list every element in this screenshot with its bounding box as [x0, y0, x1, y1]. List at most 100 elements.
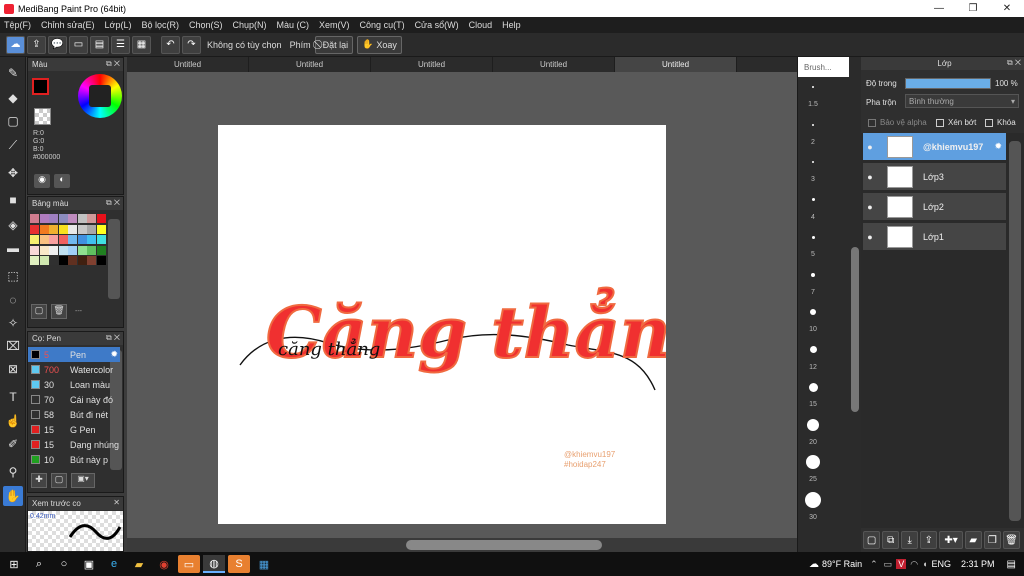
language-indicator[interactable]: ENG — [932, 559, 952, 569]
app-s-icon[interactable]: S — [228, 555, 250, 573]
palette-swatch[interactable] — [87, 256, 96, 265]
brush-size-dot[interactable] — [810, 309, 816, 315]
palette-swatch[interactable] — [58, 245, 68, 255]
brush-item[interactable]: 30 Loan màu — [28, 377, 120, 392]
tab-untitled-2[interactable]: Untitled — [249, 57, 371, 72]
palette-swatch[interactable] — [96, 214, 106, 223]
brush-size-dot[interactable] — [805, 491, 821, 508]
brush-size-dot[interactable] — [807, 418, 819, 431]
vertical-scrollbar[interactable] — [849, 57, 861, 552]
palette-swatch[interactable] — [58, 256, 68, 265]
panel-controls-icon[interactable]: ⧉ ✕ — [106, 59, 120, 69]
menu-color[interactable]: Màu (C) — [277, 20, 310, 30]
eye-icon[interactable]: ● — [863, 232, 877, 242]
chat-icon[interactable]: 💬 — [48, 35, 67, 54]
palette-swatch[interactable] — [39, 256, 49, 265]
brush-item[interactable]: 15 Dạng nhúng — [28, 437, 120, 452]
palette-scrollbar[interactable] — [108, 219, 120, 299]
palette-swatch[interactable] — [58, 214, 68, 223]
menu-window[interactable]: Cửa sổ(W) — [415, 20, 459, 30]
brush-tool-icon[interactable]: ✎ — [3, 63, 23, 83]
layer-row-lop2[interactable]: ● Lớp2 — [863, 193, 1006, 221]
text-tool-icon[interactable]: T — [3, 387, 23, 407]
tab-untitled-4[interactable]: Untitled — [493, 57, 615, 72]
horizontal-scroll-thumb[interactable] — [406, 540, 602, 550]
cloud-icon[interactable]: ☁ — [6, 35, 25, 54]
lock-checkbox[interactable]: Khóa — [985, 118, 1016, 127]
palette-swatch[interactable] — [30, 214, 39, 223]
brush-item[interactable]: 58 Bút đi nét — [28, 407, 120, 422]
gear-icon[interactable]: ✹ — [994, 141, 1002, 152]
tab-untitled-1[interactable]: Untitled — [127, 57, 249, 72]
rotate-button[interactable]: ✋ Xoay — [357, 35, 402, 54]
brush-item[interactable]: 15 G Pen — [28, 422, 120, 437]
menu-layer[interactable]: Lớp(L) — [105, 20, 132, 30]
menu-filter[interactable]: Bộ lọc(R) — [141, 20, 179, 30]
brush-item[interactable]: 5 Pen ✹ — [28, 347, 120, 362]
brush-size-dot[interactable] — [806, 455, 820, 469]
gear-icon[interactable]: ✹ — [110, 349, 118, 360]
palette-swatch[interactable] — [68, 235, 77, 244]
eye-icon[interactable]: ● — [863, 172, 877, 182]
layer-row-lop1[interactable]: ● Lớp1 — [863, 223, 1006, 251]
cortana-icon[interactable]: ○ — [53, 555, 75, 573]
layer-row-khiemvu197[interactable]: ● @khiemvu197 ✹ — [863, 133, 1006, 161]
palette-swatch[interactable] — [30, 256, 39, 265]
notification-icon[interactable]: ▤ — [1007, 559, 1016, 570]
brush-item[interactable]: 700 Watercolor — [28, 362, 120, 377]
layer-scrollbar[interactable] — [1009, 141, 1021, 521]
select-eraser-icon[interactable]: ⊠ — [3, 359, 23, 379]
hand-tool-icon[interactable]: ✋ — [3, 486, 23, 506]
color-tools-icon[interactable]: ◐ — [54, 174, 70, 188]
brush-size-dot[interactable] — [809, 346, 817, 353]
eraser-tool-icon[interactable]: ◆ — [3, 88, 23, 108]
palette-swatch[interactable] — [77, 245, 87, 255]
magic-wand-icon[interactable]: ✧ — [3, 313, 23, 333]
panel-controls-icon[interactable]: ⧉ ✕ — [106, 198, 120, 208]
opacity-slider[interactable] — [905, 78, 991, 89]
undo-icon[interactable]: ↶ — [161, 35, 180, 54]
minimize-icon[interactable]: — — [922, 3, 956, 14]
palette-swatch[interactable] — [87, 224, 96, 234]
palette-swatch[interactable] — [49, 214, 58, 223]
vertical-scroll-thumb[interactable] — [851, 247, 859, 412]
palette-swatch[interactable] — [77, 256, 87, 265]
layer-up-icon[interactable]: ⇪ — [920, 531, 938, 549]
medibang-icon[interactable]: ◍ — [203, 555, 225, 573]
palette-swatch[interactable] — [96, 256, 106, 265]
task-view-icon[interactable]: ▣ — [78, 555, 100, 573]
color-wheel[interactable] — [78, 74, 122, 118]
bucket-tool-icon[interactable]: ◈ — [3, 215, 23, 235]
eye-icon[interactable]: ● — [863, 202, 877, 212]
document-icon[interactable]: ▤ — [90, 35, 109, 54]
palette-swatch[interactable] — [68, 245, 77, 255]
folder-icon[interactable]: ▰ — [964, 531, 982, 549]
menu-cloud[interactable]: Cloud — [469, 20, 493, 30]
app-orange-icon[interactable]: ▭ — [178, 555, 200, 573]
duplicate-icon[interactable]: ❐ — [983, 531, 1001, 549]
palette-swatch[interactable] — [49, 224, 58, 234]
clock[interactable]: 2:31 PM — [961, 559, 995, 569]
brush-item[interactable]: 70 Cái này đó — [28, 392, 120, 407]
grid-icon[interactable]: ▦ — [132, 35, 151, 54]
protect-alpha-checkbox[interactable]: Bảo vệ alpha — [868, 118, 927, 127]
palette-swatch[interactable] — [77, 214, 87, 223]
clipping-checkbox[interactable]: Xén bớt — [936, 118, 976, 127]
reset-button[interactable]: ⃠Đặt lại — [314, 35, 354, 54]
palette-swatch[interactable] — [39, 235, 49, 244]
gradient-tool-icon[interactable]: ▬ — [3, 238, 23, 258]
trash-icon[interactable]: 🗑 — [1002, 531, 1020, 549]
menu-select[interactable]: Chọn(S) — [189, 20, 223, 30]
chrome-icon[interactable]: ◉ — [153, 555, 175, 573]
fill-rect-tool-icon[interactable]: ■ — [3, 190, 23, 210]
menu-edit[interactable]: Chỉnh sửa(E) — [41, 20, 95, 30]
app-blue-icon[interactable]: ▦ — [253, 555, 275, 573]
menu-file[interactable]: Tệp(F) — [4, 20, 31, 30]
palette-swatch[interactable] — [58, 235, 68, 244]
foreground-color[interactable] — [32, 78, 49, 95]
panel-controls-icon[interactable]: ⧉ ✕ — [1007, 58, 1021, 68]
operation-tool-icon[interactable]: ☝ — [3, 411, 23, 431]
merge-layer-icon[interactable]: ⤓ — [901, 531, 919, 549]
comment-icon[interactable]: ▭ — [69, 35, 88, 54]
menu-tools[interactable]: Công cụ(T) — [360, 20, 405, 30]
